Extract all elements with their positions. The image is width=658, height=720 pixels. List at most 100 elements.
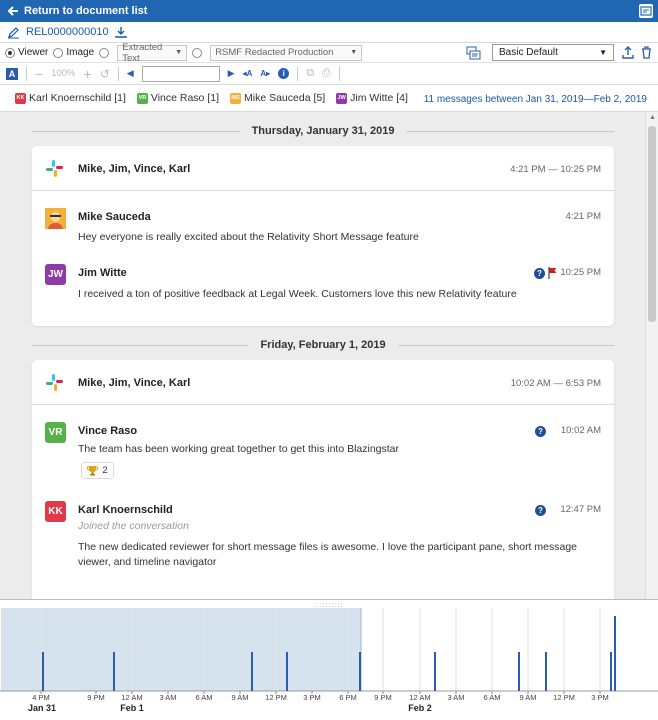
message-subtitle: Joined the conversation (78, 520, 189, 532)
participant-label: Karl Knoernschild [1] (29, 92, 126, 104)
timeline-tick-label: 12 AM (409, 693, 430, 702)
message-author: Mike Sauceda (78, 211, 151, 223)
participant-chip[interactable]: KK Karl Knoernschild [1] (15, 92, 126, 104)
profile-select[interactable]: Basic Default ▼ (492, 44, 614, 61)
caret-down-icon: ▼ (350, 49, 358, 56)
participant-chip[interactable]: JW Jim Witte [4] (336, 92, 408, 104)
arrow-left-icon (7, 6, 18, 16)
scrollbar[interactable]: ▲ (645, 112, 658, 599)
participant-label: Mike Sauceda [5] (244, 92, 326, 104)
previous-highlight-icon[interactable]: ◂A (243, 69, 253, 78)
scroll-up-icon[interactable]: ▲ (649, 114, 656, 121)
divider (32, 130, 240, 132)
message-author: Jim Witte (78, 267, 127, 279)
edit-icon[interactable] (7, 26, 20, 39)
slack-icon (46, 374, 63, 391)
conversation-time-range: 10:02 AM — 6:53 PM (510, 378, 601, 389)
layout-icon[interactable] (466, 46, 481, 60)
message-time: 10:02 AM (560, 425, 601, 436)
conversation-header: Mike, Jim, Vince, Karl 4:21 PM — 10:25 P… (32, 146, 614, 191)
zoom-level: 100% (51, 68, 76, 79)
search-input[interactable] (141, 65, 220, 82)
next-highlight-icon[interactable]: A▸ (260, 69, 270, 78)
print-icon[interactable]: ⎙ (322, 67, 331, 80)
text-format-icon[interactable]: A (6, 67, 18, 80)
radio-selected-icon (5, 47, 15, 58)
viewer-radio[interactable]: Viewer (5, 47, 48, 58)
document-id[interactable]: REL0000000010 (26, 26, 109, 38)
viewer-toolbar: A − 100% + ↺ ◀ ▶ ◂A A▸ i ⧉ ⎙ (0, 63, 658, 85)
message-text: The new dedicated reviewer for short mes… (78, 541, 578, 568)
message-text: The team has been working great together… (78, 443, 400, 455)
question-icon[interactable]: ? (535, 426, 546, 437)
production-label: RSMF Redacted Production (215, 47, 334, 58)
timeline-tick-label: 12 PM (265, 693, 287, 702)
message-author: Vince Raso (78, 425, 138, 437)
divider (297, 66, 299, 81)
image-radio[interactable]: Image (53, 47, 94, 58)
upload-icon[interactable] (622, 46, 634, 59)
zoom-in-icon[interactable]: + (84, 66, 92, 82)
timeline-tick-label: 3 AM (447, 693, 464, 702)
timeline-tick-label: 9 PM (374, 693, 392, 702)
flag-icon[interactable] (548, 267, 558, 279)
info-icon[interactable]: i (278, 68, 290, 79)
download-icon[interactable] (114, 26, 127, 38)
previous-hit-icon[interactable]: ◀ (127, 68, 134, 79)
divider (32, 344, 249, 346)
avatar: JW (45, 264, 66, 285)
radio-icon (53, 47, 64, 58)
trash-icon[interactable] (641, 46, 652, 59)
document-row: REL0000000010 (0, 22, 658, 43)
scrollbar-thumb[interactable] (648, 126, 656, 322)
message-author: Karl Knoernschild (78, 504, 173, 516)
image-label: Image (66, 47, 95, 58)
timeline-day-label: Feb 1 (120, 703, 144, 713)
extracted-text-select[interactable]: Extracted Text ▼ (117, 41, 188, 64)
timeline-message-bar (518, 652, 520, 691)
avatar: VR (45, 422, 66, 443)
message-time: 4:21 PM (565, 211, 601, 222)
avatar: MS (230, 92, 241, 104)
timeline-selection (1, 608, 361, 691)
question-icon[interactable]: ? (534, 268, 545, 279)
zoom-out-icon[interactable]: − (35, 66, 43, 82)
timeline-chart[interactable]: 4 PM 9 PM 12 AM 3 AM 6 AM 9 AM 12 PM 3 PM 6 PM 9 … (0, 600, 658, 720)
viewer-label: Viewer (18, 47, 49, 58)
caret-down-icon: ▼ (175, 49, 183, 56)
participant-chip[interactable]: VR Vince Raso [1] (136, 92, 219, 104)
divider (397, 344, 615, 346)
participant-label: Jim Witte [4] (350, 92, 408, 104)
rotate-icon[interactable]: ↺ (100, 67, 110, 81)
radio-icon (99, 47, 110, 58)
conversation-title: Mike, Jim, Vince, Karl (78, 377, 191, 389)
copy-icon[interactable]: ⧉ (306, 67, 314, 80)
production-select[interactable]: RSMF Redacted Production ▼ (210, 44, 363, 61)
timeline-navigator[interactable]: :::::::::: 4 PM 9 PM 12 AM 3 AM 6 AM 9 AM 12 P… (0, 599, 658, 720)
timeline-tick-label: 9 AM (519, 693, 536, 702)
participant-pane: KK Karl Knoernschild [1] VR Vince Raso [1]… (0, 85, 658, 112)
short-message-viewer: Thursday, January 31, 2019 Mike, Jim, Vi… (0, 112, 645, 599)
question-icon[interactable]: ? (535, 505, 546, 516)
extracted-text-label: Extracted Text (122, 41, 163, 64)
next-hit-icon[interactable]: ▶ (228, 68, 235, 79)
top-bar: Return to document list (0, 0, 658, 22)
timeline-message-bar (251, 652, 253, 691)
production-radio[interactable] (192, 47, 205, 58)
extracted-text-radio[interactable] (99, 47, 112, 58)
divider (26, 66, 27, 81)
timeline-message-bar (545, 652, 547, 691)
conversation-card: Mike, Jim, Vince, Karl 10:02 AM — 6:53 P… (32, 360, 614, 599)
reaction-badge[interactable]: 2 (81, 462, 114, 479)
timeline-message-bar (113, 652, 115, 691)
user-photo-icon (45, 208, 66, 229)
conversation-title: Mike, Jim, Vince, Karl (78, 163, 191, 175)
participant-label: Vince Raso [1] (150, 92, 219, 104)
message-count-summary: 11 messages between Jan 31, 2019—Feb 2, … (423, 94, 647, 105)
participant-chip[interactable]: MS Mike Sauceda [5] (230, 92, 325, 104)
profile-label: Basic Default (499, 47, 558, 58)
return-label: Return to document list (24, 5, 148, 17)
timeline-tick-label: 12 AM (121, 693, 142, 702)
window-icon[interactable] (639, 4, 653, 18)
return-to-document-list-button[interactable]: Return to document list (0, 5, 147, 17)
